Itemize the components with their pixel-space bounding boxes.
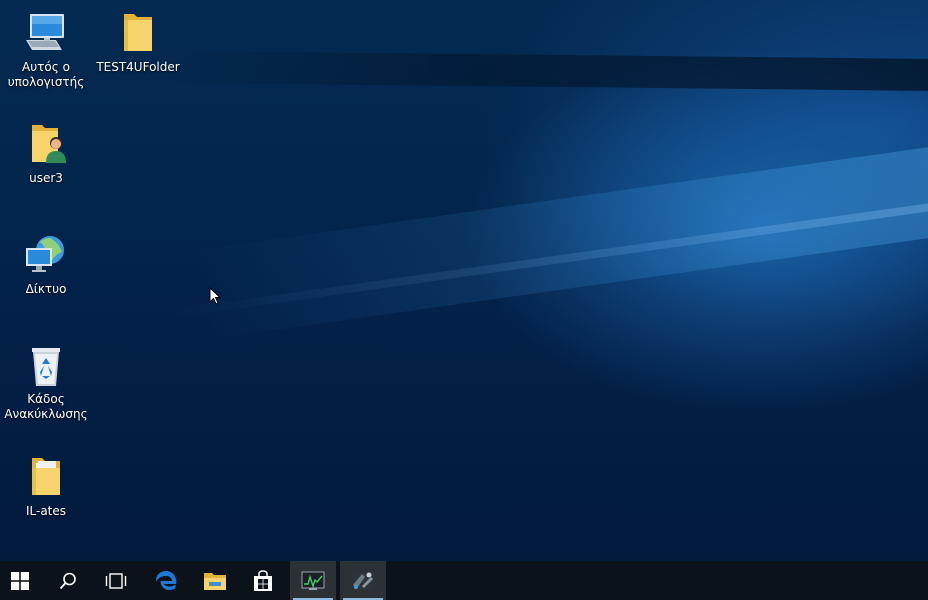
- performance-monitor-taskbar-button[interactable]: [290, 561, 336, 600]
- desktop-icon-il-ates[interactable]: IL-ates: [2, 454, 90, 519]
- store-icon: [254, 569, 272, 591]
- desktop-icon-label: TEST4UFolder: [96, 60, 180, 74]
- windows-start-icon: [11, 571, 29, 590]
- search-button[interactable]: [45, 561, 91, 600]
- taskbar: [0, 561, 928, 600]
- network-icon: [22, 232, 70, 280]
- desktop-icon-label: Κάδος Ανακύκλωσης: [4, 392, 88, 421]
- this-pc-icon: [22, 10, 70, 58]
- edge-icon: [155, 570, 177, 590]
- desktop-icon-network[interactable]: Δίκτυο: [2, 232, 90, 297]
- folder-icon: [114, 10, 162, 58]
- wallpaper-beam: [149, 50, 928, 92]
- folder-icon: [22, 454, 70, 502]
- edge-taskbar-button[interactable]: [143, 561, 189, 600]
- app-icon: [353, 571, 373, 590]
- mouse-cursor-icon: [209, 286, 222, 305]
- desktop-icon-recycle-bin[interactable]: Κάδος Ανακύκλωσης: [2, 342, 90, 422]
- desktop-icon-this-pc[interactable]: Αυτός ο υπολογιστής: [2, 10, 90, 90]
- desktop-icon-label: Αυτός ο υπολογιστής: [7, 60, 85, 89]
- wallpaper-light: [193, 139, 928, 340]
- desktop-icon-label: Δίκτυο: [25, 282, 67, 296]
- file-explorer-icon: [204, 572, 226, 590]
- performance-monitor-icon: [301, 571, 325, 590]
- desktop-icon-label: IL-ates: [25, 504, 67, 518]
- store-taskbar-button[interactable]: [240, 561, 286, 600]
- start-button[interactable]: [0, 561, 40, 600]
- wallpaper-light-edge: [169, 195, 928, 318]
- desktop-icon-user3[interactable]: user3: [2, 121, 90, 186]
- file-explorer-taskbar-button[interactable]: [192, 561, 238, 600]
- task-view-icon: [105, 572, 127, 589]
- search-icon: [59, 572, 76, 589]
- app-taskbar-button[interactable]: [340, 561, 386, 600]
- desktop-icon-test4ufolder[interactable]: TEST4UFolder: [94, 10, 182, 75]
- desktop-icon-label: user3: [29, 171, 63, 185]
- user-folder-icon: [22, 121, 70, 169]
- task-view-button[interactable]: [93, 561, 139, 600]
- desktop[interactable]: Αυτός ο υπολογιστής TEST4UFolder user3 Δ…: [0, 0, 928, 561]
- recycle-bin-icon: [22, 342, 70, 390]
